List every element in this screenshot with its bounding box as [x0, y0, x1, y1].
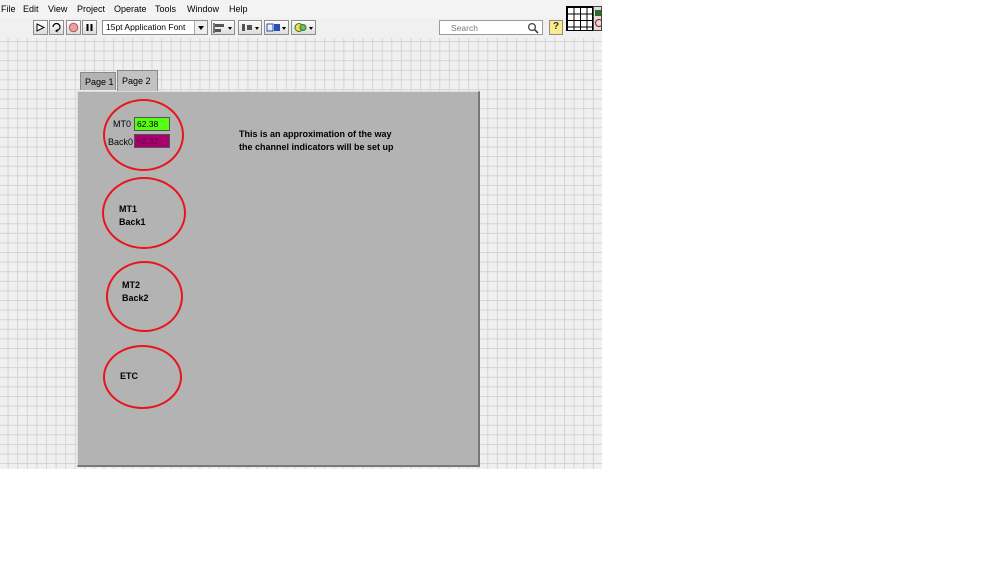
- pause-icon: [86, 24, 93, 31]
- vi-icon[interactable]: [593, 6, 602, 31]
- labview-front-panel-window: File Edit View Project Operate Tools Win…: [0, 0, 602, 469]
- back0-indicator: 62.32: [134, 134, 170, 148]
- align-objects-dropdown[interactable]: [211, 20, 235, 35]
- highlight-circle-group-1: [102, 177, 186, 249]
- distribute-objects-dropdown[interactable]: [238, 20, 262, 35]
- help-icon: ?: [553, 21, 560, 32]
- caret-down-icon: [282, 27, 286, 30]
- description-note: This is an approximation of the way the …: [239, 128, 439, 154]
- run-continuously-icon: [52, 22, 61, 33]
- mt2-label: MT2: [122, 280, 140, 290]
- menu-view[interactable]: View: [48, 4, 67, 14]
- menu-tools[interactable]: Tools: [155, 4, 176, 14]
- reorder-icon: [294, 23, 307, 32]
- context-help-button[interactable]: ?: [549, 20, 563, 35]
- caret-down-icon: [309, 27, 313, 30]
- pause-button[interactable]: [82, 20, 97, 35]
- menu-project[interactable]: Project: [77, 4, 105, 14]
- distribute-objects-icon: [242, 24, 252, 31]
- run-button[interactable]: [33, 20, 48, 35]
- search-input[interactable]: Search: [439, 20, 543, 35]
- mt0-label: MT0: [113, 119, 131, 129]
- menu-operate[interactable]: Operate: [114, 4, 147, 14]
- font-select-value: 15pt Application Font: [106, 22, 186, 32]
- chevron-down-icon: [194, 21, 207, 34]
- mt0-indicator: 62.38: [134, 117, 170, 131]
- search-icon: [527, 22, 539, 34]
- highlight-circle-group-3: [103, 345, 182, 409]
- menu-bar: File Edit View Project Operate Tools Win…: [0, 0, 566, 18]
- reorder-dropdown[interactable]: [291, 20, 316, 35]
- mt1-label: MT1: [119, 204, 137, 214]
- run-arrow-icon: [36, 23, 46, 32]
- back1-label: Back1: [119, 217, 146, 227]
- run-continuously-button[interactable]: [49, 20, 64, 35]
- caret-down-icon: [228, 27, 232, 30]
- tab-page-1[interactable]: Page 1: [80, 72, 116, 90]
- caret-down-icon: [255, 27, 259, 30]
- tab-page-2-label: Page 2: [122, 76, 151, 86]
- etc-label: ETC: [120, 371, 138, 381]
- resize-objects-icon: [266, 23, 280, 32]
- resize-objects-dropdown[interactable]: [264, 20, 289, 35]
- note-line-1: This is an approximation of the way: [239, 129, 392, 139]
- menu-help[interactable]: Help: [229, 4, 248, 14]
- tab-page-2[interactable]: Page 2: [117, 70, 158, 92]
- abort-button[interactable]: [66, 20, 81, 35]
- back0-label: Back0: [108, 137, 134, 147]
- search-placeholder: Search: [451, 23, 478, 33]
- abort-stop-icon: [68, 22, 79, 33]
- align-objects-icon: [213, 23, 224, 33]
- menu-file[interactable]: File: [1, 4, 16, 14]
- connector-pane-icon[interactable]: [566, 6, 593, 31]
- back2-label: Back2: [122, 293, 149, 303]
- menu-edit[interactable]: Edit: [23, 4, 39, 14]
- tab-page-1-label: Page 1: [85, 77, 114, 87]
- toolbar: 15pt Application Font Search ?: [0, 18, 566, 39]
- note-line-2: the channel indicators will be set up: [239, 142, 394, 152]
- font-select[interactable]: 15pt Application Font: [102, 20, 208, 35]
- menu-window[interactable]: Window: [187, 4, 219, 14]
